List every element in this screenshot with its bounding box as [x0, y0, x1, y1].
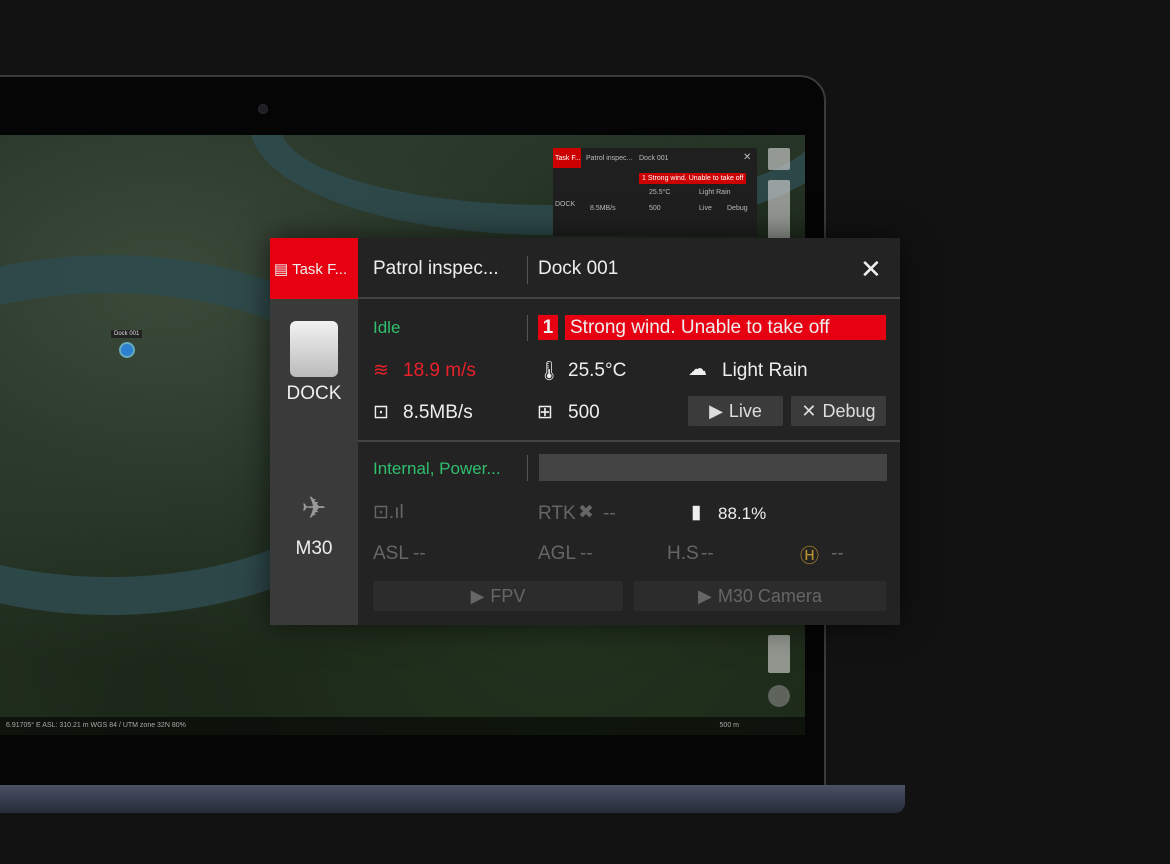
dock-sidebar[interactable]: DOCK — [270, 299, 358, 441]
fpv-button[interactable]: ▶︎ FPV — [373, 581, 623, 611]
clipboard-icon: ▤ — [274, 261, 289, 278]
tab-task-flight[interactable]: ▤ Task F... — [270, 238, 358, 299]
dock-map-marker[interactable]: Dock 001 — [111, 330, 143, 362]
close-icon: ✕ — [743, 152, 752, 163]
webcam — [258, 104, 268, 114]
divider — [527, 256, 528, 284]
drone-status: Internal, Power... — [373, 459, 501, 478]
home-point-icon: Ⓗ — [800, 546, 820, 567]
divider — [358, 440, 900, 442]
camera-button[interactable]: ▶︎ M30 Camera — [634, 581, 886, 611]
map-status-bar: 6.91705° E ASL: 310.21 m WGS 84 / UTM zo… — [0, 717, 805, 735]
task-title: Patrol inspec... — [373, 258, 499, 279]
alert-message[interactable]: Strong wind. Unable to take off — [565, 315, 886, 340]
drone-sidebar[interactable]: ✈ M30 — [270, 441, 358, 625]
drone-image: ✈ — [301, 492, 327, 525]
dock-pin-icon — [118, 342, 135, 358]
storage-folder-icon: ⊞ — [537, 402, 553, 423]
draw-tools[interactable] — [768, 180, 790, 240]
compass[interactable] — [768, 685, 790, 707]
video-icon: ▶︎ — [698, 585, 712, 606]
close-icon[interactable]: ✕ — [860, 254, 882, 285]
device-info-panel: DOCK ✈ M30 ▤ Task F... Patrol inspec... … — [270, 238, 900, 625]
background-device-panel: Task F... Patrol inspec... Dock 001 ✕ 1 … — [553, 148, 757, 236]
thermometer-icon: 🌡︎ — [537, 361, 562, 382]
device-name: Dock 001 — [538, 258, 619, 279]
search-button[interactable] — [768, 148, 790, 170]
debug-button[interactable]: ✕ Debug — [791, 396, 886, 426]
zoom-controls[interactable] — [768, 635, 790, 673]
divider — [527, 455, 528, 481]
live-button[interactable]: ▶︎ Live — [688, 396, 783, 426]
battery-level: 88.1% — [718, 504, 767, 523]
video-icon: ▶︎ — [470, 585, 485, 606]
dock-status: Idle — [373, 318, 401, 337]
satellite-icon: ✖ — [578, 502, 594, 523]
dock-image — [290, 321, 338, 377]
temperature: 25.5°C — [568, 360, 627, 381]
alert-count-badge: 1 — [538, 315, 558, 340]
wind-icon: ≋ — [373, 360, 389, 381]
network-icon: ⊡ — [373, 402, 389, 423]
divider — [527, 315, 528, 341]
panel-header: ▤ Task F... Patrol inspec... Dock 001 ✕ — [270, 238, 900, 299]
signal-icon: ⊡.ıl — [373, 502, 404, 523]
tools-icon: ✕ — [801, 400, 817, 421]
battery-icon: ▮ — [691, 502, 702, 523]
rain-cloud-icon: ☁ — [688, 359, 707, 380]
laptop-base — [0, 785, 905, 813]
video-icon: ▶︎ — [709, 400, 723, 421]
wind-speed: 18.9 m/s — [403, 360, 476, 381]
storage: 500 — [568, 402, 600, 423]
drone-message-bar — [539, 454, 887, 481]
network-rate: 8.5MB/s — [403, 402, 473, 423]
rtk-label: RTK — [538, 503, 576, 524]
weather: Light Rain — [722, 360, 808, 381]
